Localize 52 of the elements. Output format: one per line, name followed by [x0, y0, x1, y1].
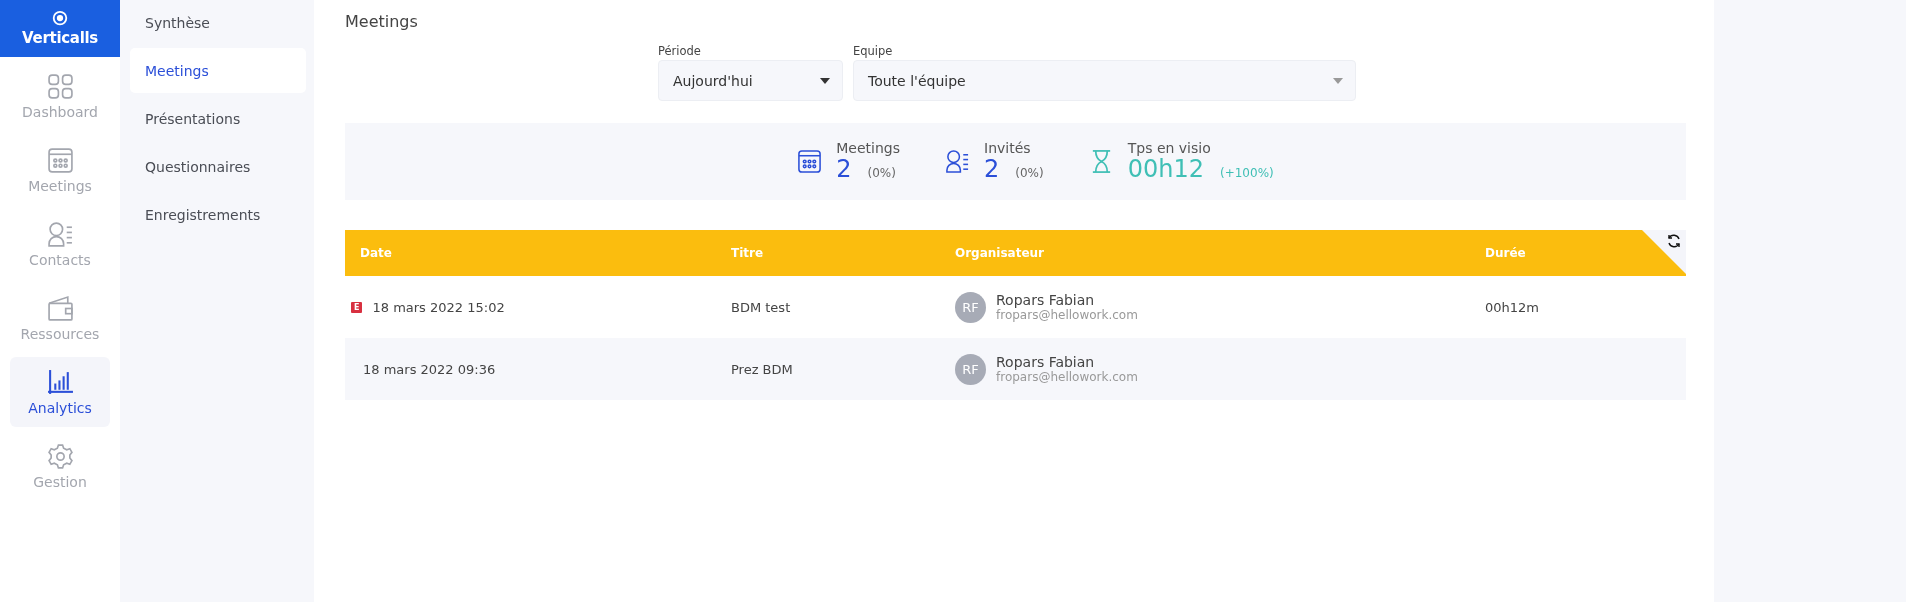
stat-label: Meetings: [836, 140, 900, 157]
organizer-name: Ropars Fabian: [996, 292, 1096, 308]
logo-text: Verticalls: [22, 29, 98, 47]
stat-label: Tps en visio: [1127, 140, 1212, 157]
stat-change: (+100%): [1220, 166, 1274, 181]
avatar: RF: [955, 291, 986, 323]
organizer-name: Ropars Fabian: [996, 354, 1096, 370]
title-text: Prez BDM: [731, 361, 793, 377]
submenu-item[interactable]: Enregistrements: [130, 192, 306, 237]
caret-icon: [820, 77, 830, 84]
date-text: 18 mars 2022 09:36: [363, 361, 496, 377]
filter-label: Equipe: [853, 44, 894, 58]
stat-value: 2: [836, 156, 852, 183]
table-row[interactable]: 18 mars 2022 09:36 Prez BDM RF Ropars Fabian fropars@hellowork.com: [345, 338, 1686, 400]
column-header: Titre: [731, 246, 765, 260]
settings-icon: [46, 442, 74, 470]
submenu-item[interactable]: Questionnaires: [130, 144, 306, 189]
nav-item[interactable]: Analytics: [10, 357, 110, 427]
wallet-icon: [46, 294, 74, 322]
column-header: Durée: [1485, 246, 1527, 260]
refresh-icon[interactable]: [1666, 233, 1682, 249]
table-row[interactable]: E 18 mars 2022 15:02 BDM test RF Ropars Fabian fropars@hellowork.com 00h12m: [345, 276, 1686, 338]
submenu-item[interactable]: Meetings: [130, 48, 306, 93]
calendar-icon: [797, 149, 823, 174]
bar-chart-icon: [46, 368, 74, 396]
dropdown[interactable]: Aujourd'hui: [658, 60, 843, 101]
filter-label: Période: [658, 44, 702, 58]
page-title: Meetings: [345, 12, 419, 31]
grid-icon: [46, 72, 74, 100]
duration-text: 00h12m: [1485, 299, 1539, 315]
column-header: Date: [359, 246, 393, 260]
organizer-email: fropars@hellowork.com: [996, 308, 1138, 322]
contact-icon: [46, 220, 74, 248]
stat-change: (0%): [1015, 166, 1044, 181]
submenu-item[interactable]: Synthèse: [130, 0, 306, 45]
caret-icon: [1333, 77, 1343, 84]
avatar: RF: [955, 353, 986, 385]
stat-change: (0%): [867, 166, 896, 181]
column-header: Organisateur: [955, 246, 1046, 260]
submenu-item[interactable]: Présentations: [130, 96, 306, 141]
organizer-email: fropars@hellowork.com: [996, 370, 1138, 384]
logo-icon: [51, 10, 69, 28]
title-text: BDM test: [731, 299, 791, 315]
contact-icon: [945, 149, 970, 174]
stat-value: 00h12: [1127, 156, 1204, 183]
recording-badge: E: [351, 301, 363, 313]
logo[interactable]: Verticalls: [0, 0, 120, 57]
date-text: 18 mars 2022 15:02: [372, 299, 505, 315]
stat-label: Invités: [984, 140, 1032, 157]
calendar-icon: [46, 146, 74, 174]
stat-value: 2: [984, 156, 1000, 183]
dropdown[interactable]: Toute l'équipe: [853, 60, 1356, 101]
